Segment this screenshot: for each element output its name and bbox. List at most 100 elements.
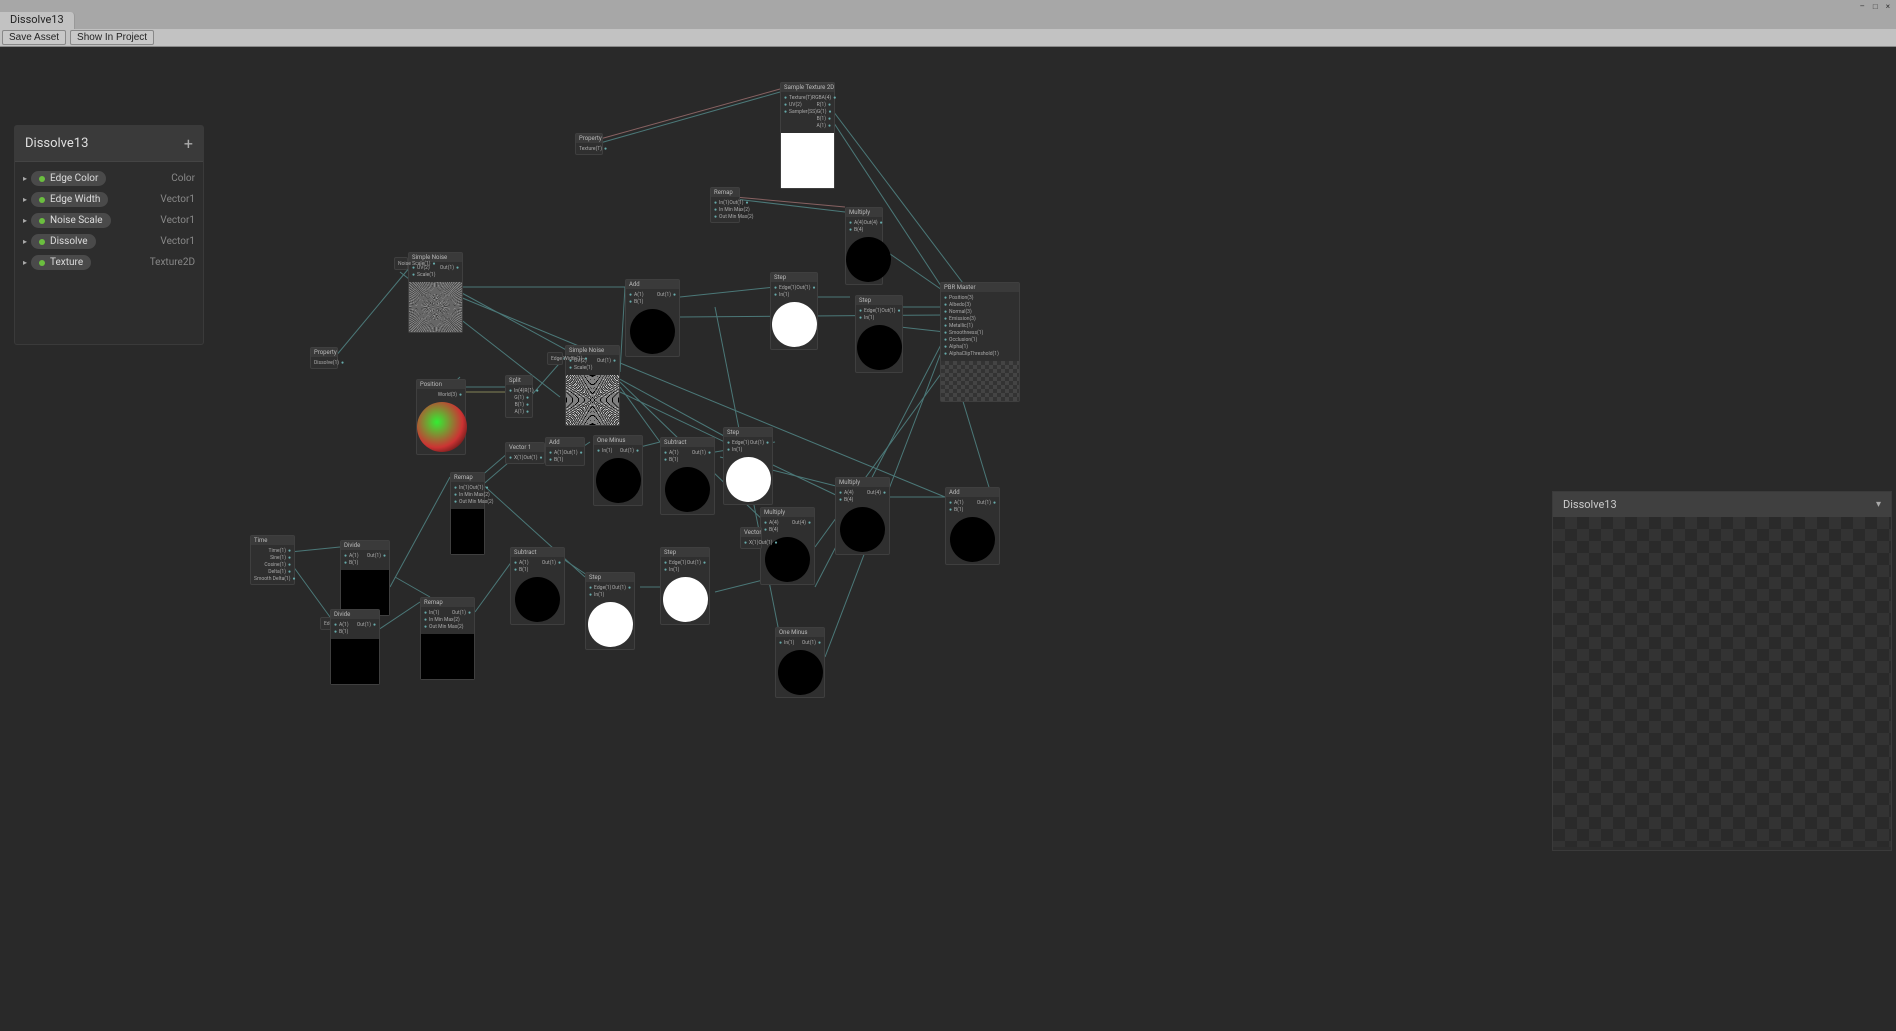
titlebar: – □ × — [0, 0, 1896, 12]
node-preview — [331, 639, 379, 684]
tab-shadergraph[interactable]: Dissolve13 — [0, 12, 75, 29]
node-preview — [781, 133, 834, 188]
preview-panel[interactable]: Dissolve13 ▾ — [1552, 491, 1892, 851]
preview-viewport[interactable] — [1553, 517, 1891, 847]
node-step-m[interactable]: Step Edge(1)Out(1)In(1) — [723, 427, 773, 505]
save-asset-button[interactable]: Save Asset — [2, 30, 66, 45]
color-dot-icon — [39, 176, 45, 182]
node-property-edge-width[interactable]: Edge Width(1) — [547, 352, 563, 365]
node-divide-2[interactable]: Divide A(1)Out(1)B(1) — [330, 609, 380, 685]
expand-arrow-icon[interactable]: ▸ — [23, 195, 27, 204]
property-pill[interactable]: Edge Width — [31, 192, 108, 207]
property-type: Texture2D — [150, 257, 195, 268]
graph-canvas[interactable]: Sample Texture 2D Texture(T)RGBA(4) UV(2… — [0, 47, 1896, 1031]
node-multiply-1[interactable]: Multiply A(4)Out(4) B(4) — [845, 207, 883, 285]
node-property-noise-scale[interactable]: Noise Scale(1) — [394, 257, 408, 270]
node-multiply-r[interactable]: Multiply A(4)Out(4)B(4) — [835, 477, 890, 555]
property-name: Texture — [50, 257, 83, 268]
node-vector1-a[interactable]: Vector 1 X(1)Out(1) — [505, 442, 545, 464]
property-type: Vector1 — [160, 215, 195, 226]
blackboard-title: Dissolve13 — [25, 136, 88, 151]
node-step-l[interactable]: Step Edge(1)Out(1)In(1) — [585, 572, 635, 650]
node-add-r[interactable]: Add A(1)Out(1)B(1) — [945, 487, 1000, 565]
color-dot-icon — [39, 197, 45, 203]
node-preview — [417, 402, 467, 452]
maximize-button[interactable]: □ — [1873, 2, 1878, 11]
blackboard-panel[interactable]: Dissolve13 + ▸ Edge Color Color ▸ Edge Width… — [14, 125, 204, 345]
property-pill[interactable]: Noise Scale — [31, 213, 111, 228]
node-add[interactable]: Add A(1)Out(1) B(1) — [625, 279, 680, 357]
node-split[interactable]: Split In(4)R(1) G(1) B(1) A(1) — [505, 375, 533, 418]
color-dot-icon — [39, 218, 45, 224]
node-preview — [663, 577, 708, 622]
node-step[interactable]: Step Edge(1)Out(1) In(1) — [770, 272, 818, 350]
property-type: Vector1 — [160, 194, 195, 205]
node-preview — [515, 577, 560, 622]
preview-title: Dissolve13 — [1563, 498, 1617, 511]
blackboard-property-row[interactable]: ▸ Dissolve Vector1 — [19, 231, 199, 252]
blackboard-property-row[interactable]: ▸ Noise Scale Vector1 — [19, 210, 199, 231]
node-preview — [857, 325, 902, 370]
node-vector-tiny[interactable]: Vector 1 X(1)Out(1) — [740, 527, 762, 549]
node-property-texture[interactable]: Property Texture(T) — [575, 133, 603, 155]
node-remap-2[interactable]: Remap In(1)Out(1) In Min Max(2) Out Min … — [450, 472, 485, 555]
node-preview — [665, 467, 710, 512]
close-button[interactable]: × — [1886, 2, 1890, 11]
color-dot-icon — [39, 239, 45, 245]
blackboard-property-row[interactable]: ▸ Texture Texture2D — [19, 252, 199, 273]
show-in-project-button[interactable]: Show In Project — [70, 30, 154, 45]
expand-arrow-icon[interactable]: ▸ — [23, 237, 27, 246]
node-property-dissolve[interactable]: Property Dissolve(1) — [310, 347, 338, 369]
node-remap-3[interactable]: Remap In(1)Out(1) In Min Max(2) Out Min … — [420, 597, 475, 680]
property-name: Dissolve — [50, 236, 88, 247]
node-preview — [726, 457, 771, 502]
node-preview — [630, 309, 675, 354]
tab-row: Dissolve13 — [0, 12, 1896, 29]
expand-arrow-icon[interactable]: ▸ — [23, 258, 27, 267]
node-preview — [846, 237, 891, 282]
property-pill[interactable]: Edge Color — [31, 171, 106, 186]
node-subtract-l[interactable]: Subtract A(1)Out(1)B(1) — [510, 547, 565, 625]
node-step-l2[interactable]: Step Edge(1)Out(1)In(1) — [660, 547, 710, 625]
node-multiply-r2[interactable]: Multiply A(4)Out(4)B(4) — [760, 507, 815, 585]
property-pill[interactable]: Dissolve — [31, 234, 96, 249]
toolbar: Save Asset Show In Project — [0, 29, 1896, 47]
property-pill[interactable]: Texture — [31, 255, 91, 270]
node-divide[interactable]: Divide A(1)Out(1)B(1) — [340, 540, 390, 616]
node-preview — [778, 650, 823, 695]
property-name: Noise Scale — [50, 215, 103, 226]
node-preview — [772, 302, 817, 347]
blackboard-property-row[interactable]: ▸ Edge Color Color — [19, 168, 199, 189]
minimize-button[interactable]: – — [1860, 2, 1865, 11]
chevron-down-icon[interactable]: ▾ — [1876, 499, 1881, 510]
color-dot-icon — [39, 260, 45, 266]
property-type: Color — [171, 173, 195, 184]
node-preview — [566, 375, 619, 425]
property-name: Edge Width — [50, 194, 100, 205]
expand-arrow-icon[interactable]: ▸ — [23, 216, 27, 225]
expand-arrow-icon[interactable]: ▸ — [23, 174, 27, 183]
node-title: Sample Texture 2D — [781, 83, 834, 92]
blackboard-property-row[interactable]: ▸ Edge Width Vector1 — [19, 189, 199, 210]
node-preview — [596, 458, 641, 503]
node-preview — [588, 602, 633, 647]
node-preview — [451, 509, 484, 554]
add-property-button[interactable]: + — [184, 134, 193, 153]
node-preview — [421, 634, 474, 679]
node-step-2[interactable]: Step Edge(1)Out(1) In(1) — [855, 295, 903, 373]
node-preview — [409, 282, 462, 332]
node-oneminus-m[interactable]: One Minus In(1)Out(1) — [593, 435, 643, 506]
node-clip[interactable]: One Minus In(1)Out(1) — [775, 627, 825, 698]
node-pbr-master[interactable]: PBR Master Position(3) Albedo(3) Normal(… — [940, 282, 1020, 402]
node-remap[interactable]: Remap In(1)Out(1) In Min Max(2) Out Min … — [710, 187, 740, 223]
node-time[interactable]: Time Time(1) Sine(1) Cosine(1) Delta(1) … — [250, 535, 295, 585]
property-name: Edge Color — [50, 173, 98, 184]
node-position[interactable]: Position World(3) — [416, 379, 466, 455]
node-preview — [840, 507, 885, 552]
node-subtract-m[interactable]: Subtract A(1)Out(1)B(1) — [660, 437, 715, 515]
node-preview — [941, 361, 1019, 401]
node-sample-texture-2d[interactable]: Sample Texture 2D Texture(T)RGBA(4) UV(2… — [780, 82, 835, 189]
node-add-m[interactable]: Add A(1)Out(1)B(1) — [545, 437, 585, 466]
property-type: Vector1 — [160, 236, 195, 247]
node-preview — [950, 517, 995, 562]
